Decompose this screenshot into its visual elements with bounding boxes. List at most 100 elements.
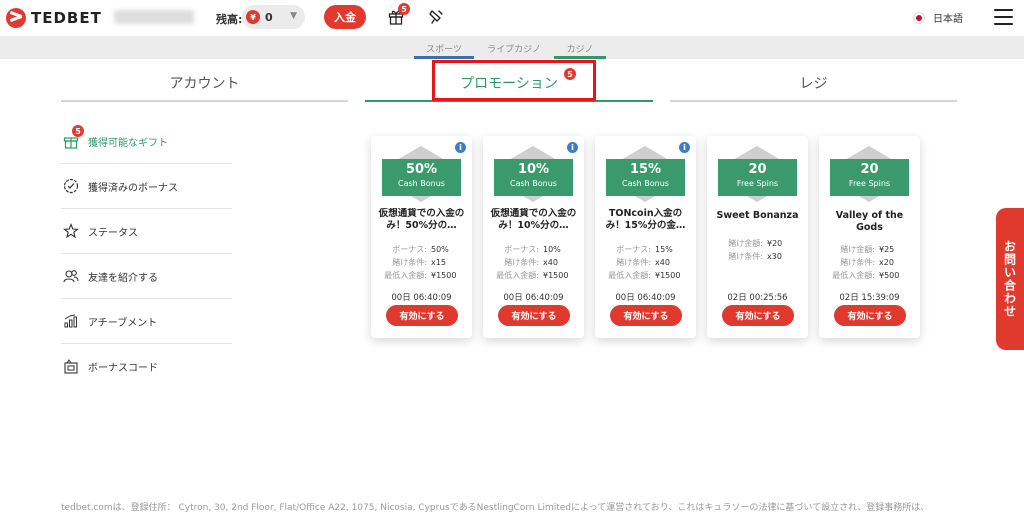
brand-name: TEDBET [31, 9, 102, 27]
info-icon[interactable]: i [455, 142, 466, 153]
bonus-title: 仮想通貨での入金のみ！50%分の… [378, 208, 465, 231]
subnav-tab-casino[interactable]: カジノ [554, 42, 606, 59]
detail-key: 賭け条件: [616, 258, 651, 267]
countdown-timer: 00日 06:40:09 [391, 293, 452, 303]
detail-key: 賭け条件: [728, 252, 763, 261]
detail-row: 賭け金額: ¥20 [707, 237, 808, 250]
detail-row: 賭け条件: x20 [819, 256, 920, 269]
activate-button[interactable]: 有効にする [610, 305, 682, 326]
users-icon-svg [63, 270, 79, 283]
activate-button[interactable]: 有効にする [386, 305, 458, 326]
sidebar-item-bonus-code[interactable]: ボーナスコード [61, 344, 232, 389]
bonus-title: Valley of the Gods [835, 210, 904, 233]
bonus-details: ボーナス: 15% 賭け条件: x40 最低入金額: ¥1500 [595, 243, 696, 282]
coupon-icon-svg [64, 358, 78, 374]
badge-check-icon-svg [63, 178, 79, 194]
subnav-tab-label: ライブカジノ [487, 45, 541, 55]
star-icon [63, 223, 79, 239]
subnav-tab-label: カジノ [566, 45, 594, 55]
hamburger-line [994, 23, 1013, 25]
contact-us-tab[interactable]: お問い合わせ [996, 208, 1024, 350]
gift-icon: 5 [63, 125, 84, 149]
bonus-banner: 10% Cash Bonus [494, 159, 573, 196]
countdown-timer: 00日 06:40:09 [615, 293, 676, 303]
hamburger-line [994, 9, 1013, 11]
bonus-type: Free Spins [848, 179, 891, 188]
detail-key: 賭け金額: [840, 245, 875, 254]
bonus-banner: 15% Cash Bonus [606, 159, 685, 196]
detail-row: ボーナス: 15% [595, 243, 696, 256]
username-blurred[interactable] [114, 10, 194, 24]
bonus-title: Sweet Bonanza [716, 210, 799, 221]
hamburger-line [994, 16, 1013, 18]
detail-key: ボーナス: [392, 245, 427, 254]
highlight-annotation-box [432, 60, 596, 101]
subnav-tab-sports[interactable]: スポーツ [414, 42, 474, 59]
top-header: TEDBET 残高: ¥ 0 ▼ 入金 5 日本語 [0, 0, 1024, 36]
activate-button[interactable]: 有効にする [722, 305, 794, 326]
sidebar-item-claimed-bonuses[interactable]: 獲得済みのボーナス [61, 164, 232, 209]
detail-value: ¥500 [879, 271, 900, 280]
sidebar-item-status[interactable]: ステータス [61, 209, 232, 254]
detail-row: 最低入金額: ¥1500 [595, 269, 696, 282]
language-label: 日本語 [933, 14, 963, 25]
caret-down-icon: ▼ [290, 11, 297, 21]
sidebar-item-achievements[interactable]: アチーブメント [61, 299, 232, 344]
brand-logo[interactable]: TEDBET [6, 8, 102, 28]
balance-dropdown[interactable]: ¥ 0 ▼ [242, 5, 305, 29]
activate-button[interactable]: 有効にする [834, 305, 906, 326]
bonus-banner: 20 Free Spins [830, 159, 909, 196]
info-icon[interactable]: i [567, 142, 578, 153]
detail-key: 最低入金額: [496, 271, 539, 280]
gift-icon[interactable]: 5 [388, 3, 410, 25]
bell-icon[interactable] [428, 8, 444, 26]
detail-key: 賭け条件: [504, 258, 539, 267]
deposit-button[interactable]: 入金 [324, 5, 366, 29]
detail-row: 賭け金額: ¥25 [819, 243, 920, 256]
detail-row: ボーナス: 50% [371, 243, 472, 256]
sidebar-item-refer-friend[interactable]: 友達を紹介する [61, 254, 232, 299]
detail-value: ¥1500 [543, 271, 569, 280]
sidebar-item-label: 友達を紹介する [88, 272, 158, 284]
bonus-title: TONcoin入金のみ！15%分の金… [605, 208, 686, 231]
bonus-card: 10% Cash Bonus i 仮想通貨での入金のみ！10%分の… ボーナス:… [483, 136, 584, 338]
detail-key: 賭け条件: [392, 258, 427, 267]
detail-key: 最低入金額: [608, 271, 651, 280]
subnav-tab-indicator [554, 56, 606, 59]
detail-value: x30 [767, 252, 782, 261]
bonus-amount: 10% [517, 162, 550, 177]
language-selector[interactable]: 日本語 [913, 10, 963, 25]
sidebar-item-label: 獲得済みのボーナス [88, 182, 178, 194]
hamburger-menu-icon[interactable] [994, 9, 1013, 25]
detail-row: 賭け条件: x40 [483, 256, 584, 269]
gift-badge: 5 [398, 3, 410, 15]
badge-check-icon [63, 178, 79, 194]
tab-account[interactable]: アカウント [61, 60, 348, 102]
japan-flag-icon [913, 11, 925, 24]
bonus-details: 賭け金額: ¥20 賭け条件: x30 [707, 237, 808, 263]
detail-value: 15% [655, 245, 673, 254]
subnav-tab-live-casino[interactable]: ライブカジノ [481, 42, 547, 59]
detail-value: ¥1500 [655, 271, 681, 280]
detail-value: x15 [431, 258, 446, 267]
detail-row: 賭け条件: x15 [371, 256, 472, 269]
countdown-timer: 02日 00:25:56 [727, 293, 788, 303]
bonus-title: 仮想通貨での入金のみ！10%分の… [490, 208, 577, 231]
detail-value: 50% [431, 245, 449, 254]
detail-value: 10% [543, 245, 561, 254]
detail-value: ¥20 [767, 239, 783, 248]
sidebar-item-available-gifts[interactable]: 5 獲得可能なギフト [61, 119, 232, 164]
bonus-type: Free Spins [736, 179, 779, 188]
activate-button[interactable]: 有効にする [498, 305, 570, 326]
balance-value: 0 [265, 10, 273, 24]
tab-cashier[interactable]: レジ [670, 60, 957, 102]
info-icon[interactable]: i [679, 142, 690, 153]
bonus-type: Cash Bonus [622, 179, 669, 188]
bonus-type: Cash Bonus [398, 179, 445, 188]
sub-navigation: スポーツ ライブカジノ カジノ [0, 36, 1024, 59]
tab-label: アカウント [169, 76, 240, 92]
bonus-amount: 20 [860, 162, 879, 177]
sidebar-item-label: 獲得可能なギフト [88, 137, 168, 149]
coupon-icon [63, 358, 79, 375]
subnav-tab-indicator [414, 56, 474, 59]
